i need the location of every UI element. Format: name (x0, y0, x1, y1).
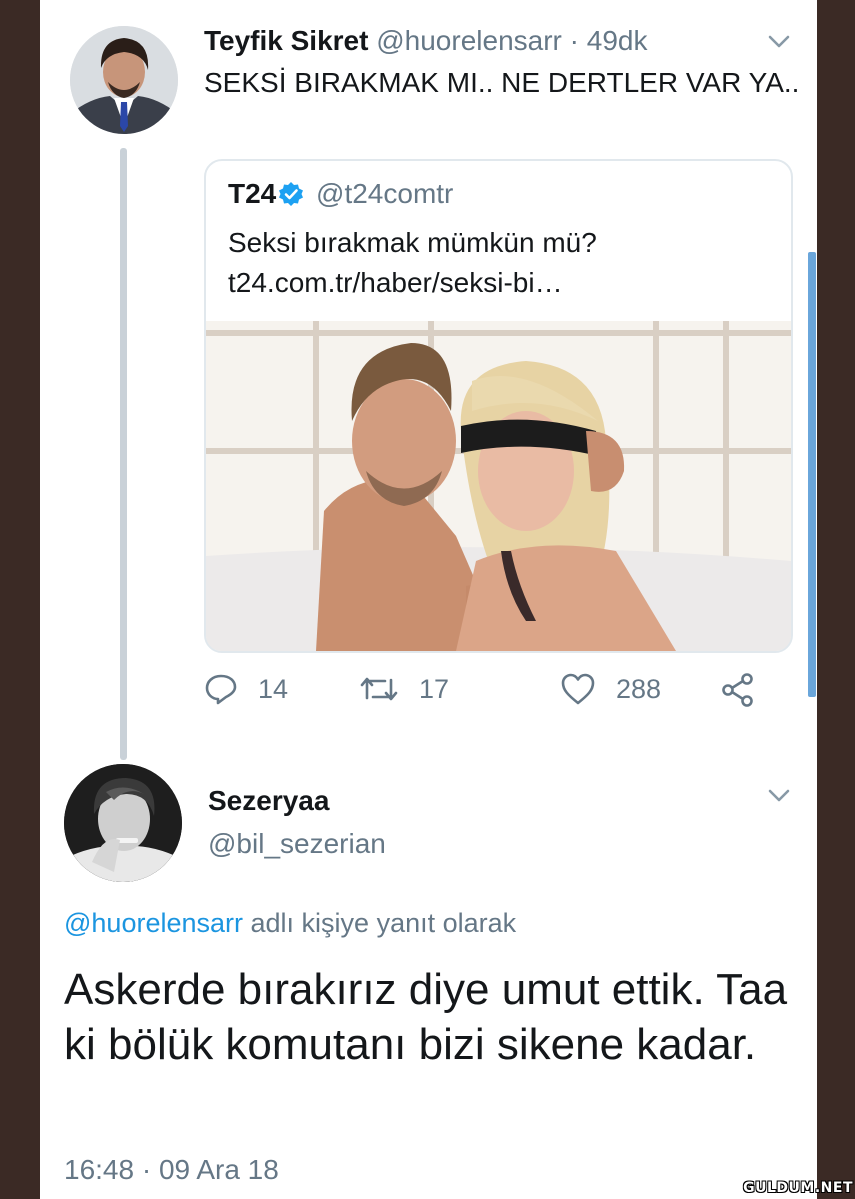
like-action[interactable]: 288 (560, 672, 661, 706)
reply-action[interactable]: 14 (204, 672, 288, 706)
chevron-down-icon[interactable] (768, 34, 790, 50)
tweet-screen: Teyfik Sikret @huorelensarr · 49dk SEKSİ… (40, 0, 817, 1199)
verified-badge-icon (279, 182, 304, 206)
bw-portrait-avatar-icon (64, 764, 182, 882)
tweet-time[interactable]: 49dk (587, 25, 648, 56)
reply-count: 14 (258, 673, 289, 704)
like-count: 288 (616, 673, 662, 704)
tweet-text: SEKSİ BIRAKMAK MI.. NE DERTLER VAR YA.. (204, 67, 800, 98)
reply-icon (205, 674, 237, 705)
quoted-tweet-card[interactable]: T24 @t24comtr Seksi bırakmak mümkün mü? … (204, 159, 793, 653)
quoted-author-handle[interactable]: @t24comtr (316, 178, 453, 209)
retweet-count: 17 (419, 673, 450, 704)
reply-text: Askerde bırakırız diye umut ettik. Taa k… (64, 965, 788, 1069)
share-action[interactable] (720, 672, 776, 708)
couple-photo-icon[interactable] (206, 321, 791, 651)
reply-author-handle[interactable]: @bil_sezerian (208, 828, 386, 860)
replying-to-line: @huorelensarr adlı kişiye yanıt olarak (64, 908, 516, 939)
author-name[interactable]: Teyfik Sikret (204, 25, 368, 56)
share-icon (722, 673, 753, 707)
author-avatar[interactable] (70, 26, 178, 134)
heart-icon (561, 673, 595, 705)
quoted-author-name[interactable]: T24 (228, 178, 276, 209)
quoted-header: T24 @t24comtr (228, 177, 453, 211)
replying-to-mention[interactable]: @huorelensarr (64, 908, 243, 938)
background-band (817, 0, 855, 1199)
separator-dot: · (569, 25, 579, 56)
reply-author-avatar[interactable] (64, 764, 182, 882)
retweet-action[interactable]: 17 (359, 672, 449, 706)
replying-to-suffix: adlı kişiye yanıt olarak (250, 908, 517, 938)
chevron-down-icon[interactable] (768, 788, 790, 804)
reply-timestamp[interactable]: 16:48 · 09 Ara 18 (64, 1154, 279, 1186)
site-watermark: GULDUM.NET (743, 1180, 853, 1196)
thread-connector-line (120, 148, 127, 760)
quoted-text: Seksi bırakmak mümkün mü? t24.com.tr/hab… (228, 227, 597, 298)
tweet-header: Teyfik Sikret @huorelensarr · 49dk (204, 24, 647, 58)
man-in-suit-avatar-icon (70, 26, 178, 134)
tweet-action-bar: 14 17 288 (204, 672, 764, 716)
scroll-indicator[interactable] (808, 252, 816, 697)
author-handle[interactable]: @huorelensarr (376, 25, 562, 56)
retweet-icon (360, 677, 398, 701)
reply-author-name[interactable]: Sezeryaa (208, 785, 329, 817)
